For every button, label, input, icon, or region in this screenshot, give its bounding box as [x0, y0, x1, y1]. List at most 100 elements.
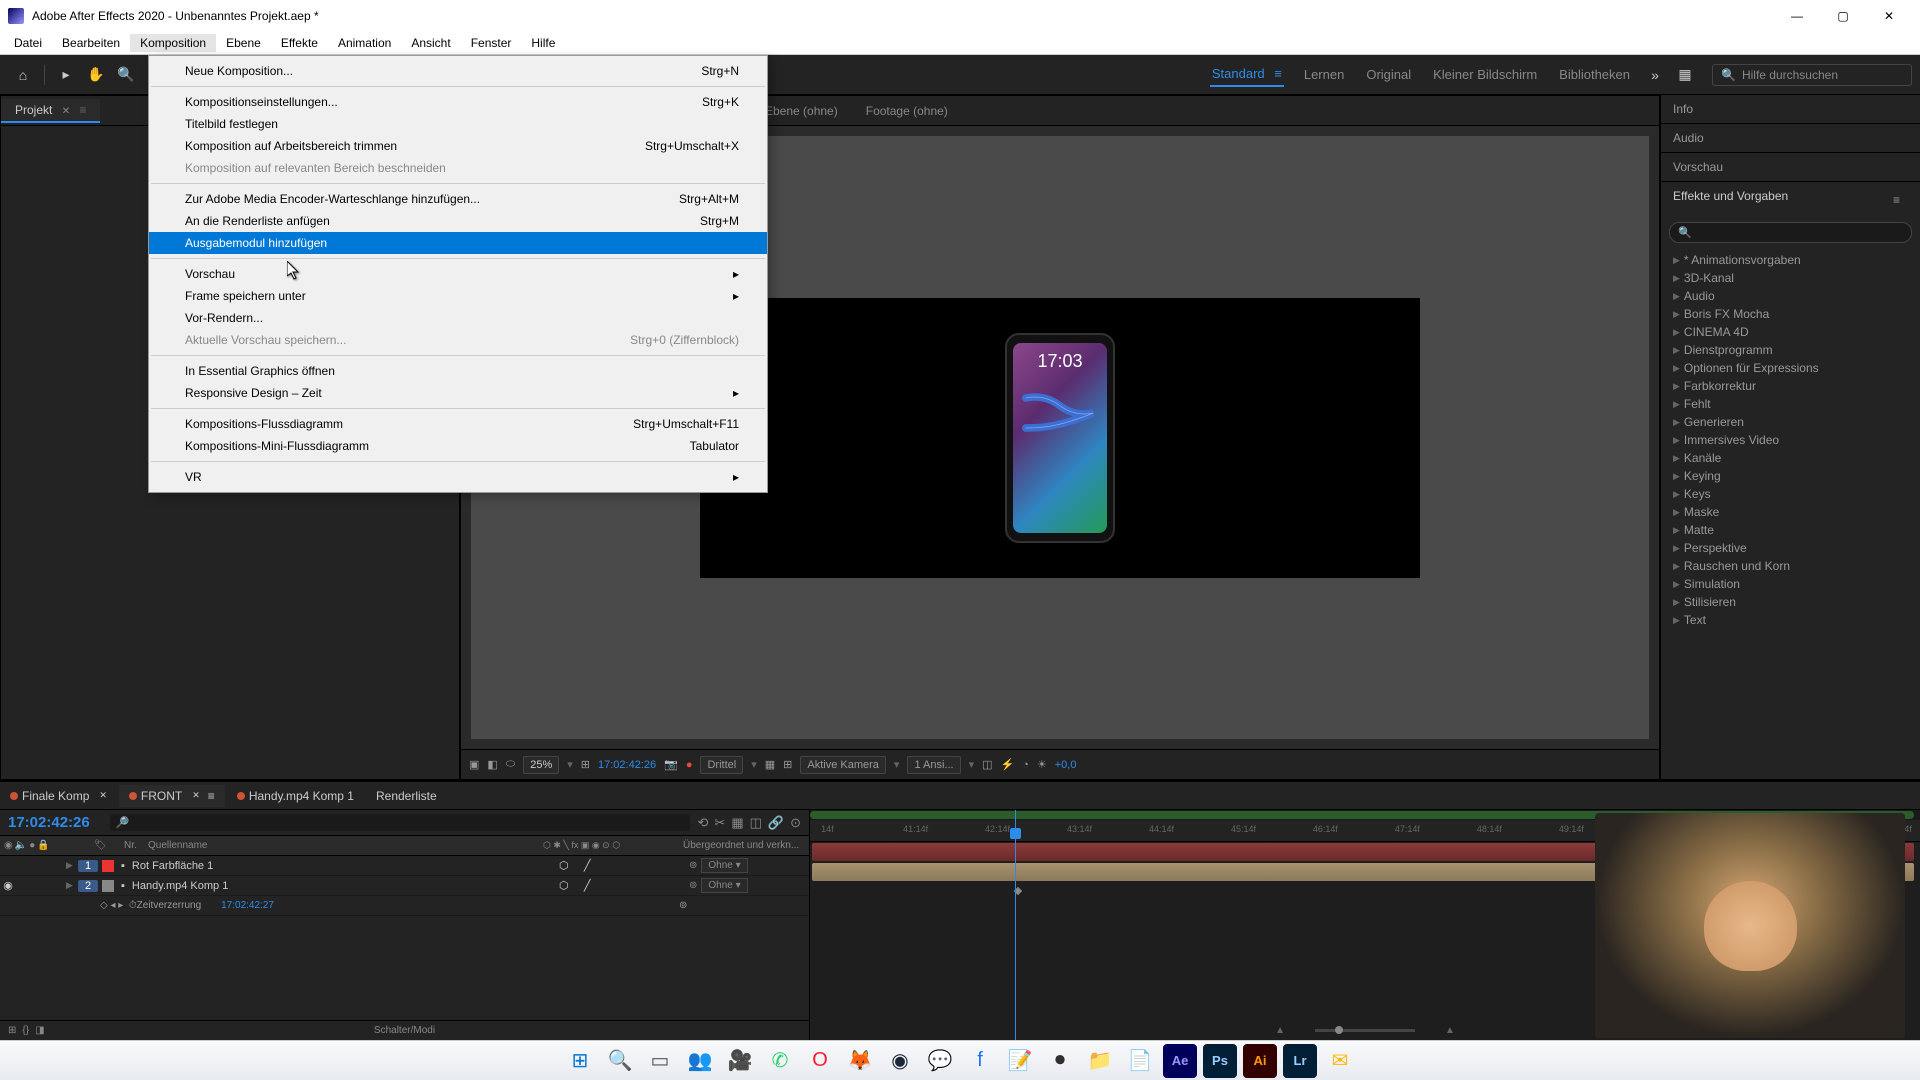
- effects-category[interactable]: ▶Simulation: [1669, 575, 1912, 593]
- hand-tool-icon[interactable]: ✋: [83, 62, 109, 88]
- help-search[interactable]: 🔍 Hilfe durchsuchen: [1712, 64, 1912, 86]
- taskbar-whatsapp-icon[interactable]: ✆: [763, 1044, 797, 1078]
- lock-icon[interactable]: 🔒: [37, 840, 49, 851]
- 3d-icon[interactable]: ⬭: [506, 758, 515, 771]
- layer-property[interactable]: ◇ ◂ ▸ ⏱ Zeitverzerrung17:02:42:27⊚: [0, 896, 809, 916]
- menu-item[interactable]: Kompositions-Mini-FlussdiagrammTabulator: [149, 435, 767, 457]
- taskbar-firefox-icon[interactable]: 🦊: [843, 1044, 877, 1078]
- effects-category[interactable]: ▶Stilisieren: [1669, 593, 1912, 611]
- effects-category[interactable]: ▶Generieren: [1669, 413, 1912, 431]
- effects-search[interactable]: 🔍: [1669, 222, 1912, 243]
- effects-category[interactable]: ▶Keying: [1669, 467, 1912, 485]
- effects-category[interactable]: ▶Audio: [1669, 287, 1912, 305]
- menu-ebene[interactable]: Ebene: [216, 34, 271, 52]
- taskbar-search-icon[interactable]: 🔍: [603, 1044, 637, 1078]
- panel-menu-icon[interactable]: ≡: [79, 103, 86, 117]
- taskbar-messenger-icon[interactable]: 💬: [923, 1044, 957, 1078]
- timeline-search[interactable]: 🔎: [110, 814, 690, 831]
- snapshot-icon[interactable]: 📷: [664, 758, 678, 771]
- label-icon[interactable]: 🏷: [90, 840, 120, 851]
- taskbar-taskview-icon[interactable]: ▭: [643, 1044, 677, 1078]
- close-icon[interactable]: ✕: [99, 790, 107, 801]
- menu-datei[interactable]: Datei: [4, 34, 52, 52]
- menu-item[interactable]: Titelbild festlegen: [149, 113, 767, 135]
- timeline-tab[interactable]: FRONT✕≡: [119, 785, 225, 807]
- menu-bearbeiten[interactable]: Bearbeiten: [52, 34, 130, 52]
- menu-item[interactable]: Vorschau▸: [149, 263, 767, 285]
- resolution-dropdown[interactable]: Drittel: [700, 756, 743, 774]
- speaker-icon[interactable]: 🔈: [15, 840, 27, 851]
- visibility-toggle[interactable]: ◉: [0, 879, 16, 892]
- zoom-out-icon[interactable]: ▲: [1275, 1025, 1285, 1036]
- home-icon[interactable]: ⌂: [10, 62, 36, 88]
- panel-menu-icon[interactable]: ≡: [1885, 189, 1908, 211]
- taskbar-explorer-icon[interactable]: 📁: [1083, 1044, 1117, 1078]
- stopwatch-icon[interactable]: ⏱: [129, 900, 137, 911]
- minimize-button[interactable]: ―: [1774, 0, 1820, 31]
- pickwhip-icon[interactable]: ⊚: [689, 880, 697, 891]
- effects-category[interactable]: ▶Text: [1669, 611, 1912, 629]
- taskbar-ae-icon[interactable]: Ae: [1163, 1044, 1197, 1078]
- exposure-value[interactable]: +0,0: [1055, 759, 1077, 771]
- workspace-menu-icon[interactable]: »: [1642, 62, 1668, 88]
- timeline-layer[interactable]: ◉▶2▪Handy.mp4 Komp 1⬡ ╱ ⊚ Ohne ▾: [0, 876, 809, 896]
- effects-category[interactable]: ▶Matte: [1669, 521, 1912, 539]
- tl-icon-3[interactable]: ▦: [731, 815, 743, 831]
- exp-icon[interactable]: ☀: [1037, 758, 1047, 771]
- tl-icon-5[interactable]: 🔗: [768, 815, 784, 831]
- menu-item[interactable]: In Essential Graphics öffnen: [149, 360, 767, 382]
- camera-dropdown[interactable]: Aktive Kamera: [800, 756, 886, 774]
- taskbar-windows-icon[interactable]: ⊞: [563, 1044, 597, 1078]
- menu-item[interactable]: Neue Komposition...Strg+N: [149, 60, 767, 82]
- res-icon[interactable]: ⊞: [581, 758, 590, 771]
- menu-item[interactable]: Kompositionseinstellungen...Strg+K: [149, 91, 767, 113]
- frame-blend-icon[interactable]: ◨: [35, 1025, 44, 1036]
- mask-icon[interactable]: ▣: [469, 758, 479, 771]
- workspace-kleiner-bildschirm[interactable]: Kleiner Bildschirm: [1431, 63, 1539, 86]
- menu-hilfe[interactable]: Hilfe: [521, 34, 565, 52]
- toggle-switches-icon[interactable]: ⊞: [8, 1025, 16, 1036]
- effects-category[interactable]: ▶CINEMA 4D: [1669, 323, 1912, 341]
- taskbar-obs-icon[interactable]: ⏺: [1043, 1044, 1077, 1078]
- menu-item[interactable]: Komposition auf Arbeitsbereich trimmenSt…: [149, 135, 767, 157]
- roi-icon[interactable]: ▦: [765, 758, 775, 771]
- close-icon[interactable]: ✕: [192, 790, 200, 801]
- close-icon[interactable]: ✕: [62, 106, 70, 117]
- effects-category[interactable]: ▶* Animationsvorgaben: [1669, 251, 1912, 269]
- tab-footage[interactable]: Footage (ohne): [852, 100, 962, 122]
- taskbar-facebook-icon[interactable]: f: [963, 1044, 997, 1078]
- eye-icon[interactable]: ◉: [4, 840, 13, 851]
- taskbar-mail-icon[interactable]: ✉: [1323, 1044, 1357, 1078]
- timeline-tab[interactable]: Finale Komp✕: [0, 785, 117, 807]
- workspace-lernen[interactable]: Lernen: [1302, 63, 1346, 86]
- selection-tool-icon[interactable]: ▸: [53, 62, 79, 88]
- effects-category[interactable]: ▶Maske: [1669, 503, 1912, 521]
- solo-icon[interactable]: ●: [29, 840, 35, 851]
- channel-icon[interactable]: ●: [686, 759, 693, 771]
- taskbar-ps-icon[interactable]: Ps: [1203, 1044, 1237, 1078]
- tl-icon-1[interactable]: ⟲: [698, 815, 709, 831]
- tl-icon-2[interactable]: ✂: [714, 815, 725, 831]
- effects-category[interactable]: ▶3D-Kanal: [1669, 269, 1912, 287]
- effects-category[interactable]: ▶Perspektive: [1669, 539, 1912, 557]
- tab-menu-icon[interactable]: ≡: [208, 789, 215, 803]
- tl-icon-6[interactable]: ⊙: [790, 815, 801, 831]
- timeline-tab[interactable]: Handy.mp4 Komp 1: [227, 785, 364, 807]
- workspace-grid-icon[interactable]: ▦: [1672, 62, 1698, 88]
- zoom-in-icon[interactable]: ▲: [1445, 1025, 1455, 1036]
- timeline-tab[interactable]: Renderliste: [366, 785, 447, 807]
- menu-effekte[interactable]: Effekte: [271, 34, 328, 52]
- workspace-original[interactable]: Original: [1364, 63, 1413, 86]
- panel-audio[interactable]: Audio: [1661, 124, 1920, 152]
- menu-item[interactable]: VR▸: [149, 466, 767, 488]
- effects-category[interactable]: ▶Fehlt: [1669, 395, 1912, 413]
- taskbar-notes-icon[interactable]: 📝: [1003, 1044, 1037, 1078]
- views-dropdown[interactable]: 1 Ansi...: [907, 756, 960, 774]
- expand-icon[interactable]: ▶: [66, 880, 78, 891]
- footer-timecode[interactable]: 17:02:42:26: [598, 759, 656, 771]
- panel-effects-presets[interactable]: Effekte und Vorgaben ≡: [1661, 182, 1920, 218]
- pickwhip-icon[interactable]: ⊚: [689, 860, 697, 871]
- menu-item[interactable]: Frame speichern unter▸: [149, 285, 767, 307]
- taskbar-ai-icon[interactable]: Ai: [1243, 1044, 1277, 1078]
- workspace-bibliotheken[interactable]: Bibliotheken: [1557, 63, 1632, 86]
